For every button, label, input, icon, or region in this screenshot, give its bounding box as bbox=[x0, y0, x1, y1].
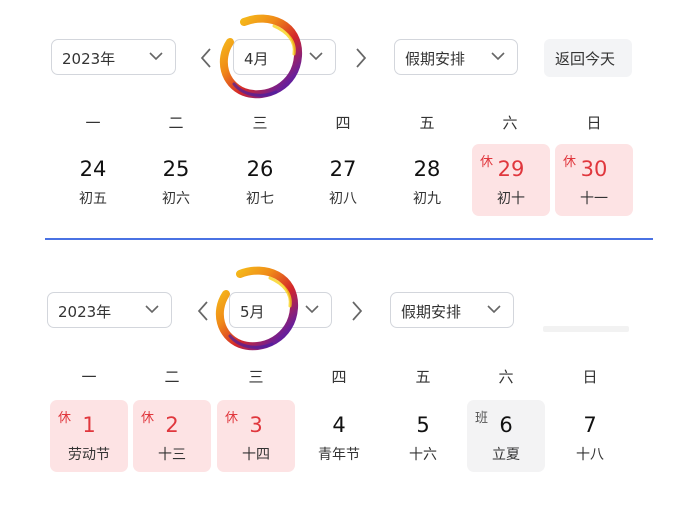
day-cell-holiday[interactable]: 休 1 劳动节 bbox=[50, 400, 128, 472]
day-number: 2 bbox=[165, 413, 179, 437]
chevron-left-icon[interactable] bbox=[196, 300, 210, 322]
year-select[interactable]: 2023年 bbox=[47, 292, 172, 328]
lunar-date: 青年节 bbox=[318, 447, 360, 463]
weekday-sun: 日 bbox=[586, 114, 602, 132]
lunar-date: 初五 bbox=[79, 191, 107, 207]
day-number: 24 bbox=[79, 157, 107, 181]
lunar-date: 初七 bbox=[246, 191, 274, 207]
lunar-date: 初九 bbox=[413, 191, 441, 207]
holiday-select-value: 假期安排 bbox=[401, 303, 462, 321]
lunar-date: 立夏 bbox=[492, 447, 520, 463]
lunar-date: 劳动节 bbox=[68, 447, 110, 463]
chevron-down-icon bbox=[149, 52, 163, 61]
brush-ring-icon bbox=[219, 14, 303, 99]
lunar-date: 初八 bbox=[329, 191, 357, 207]
day-cell-workday[interactable]: 班 6 立夏 bbox=[467, 400, 545, 472]
day-number: 3 bbox=[249, 413, 263, 437]
weekday-thu: 四 bbox=[335, 114, 351, 132]
day-cell[interactable]: 4 青年节 bbox=[300, 400, 378, 472]
weekday-sat: 六 bbox=[502, 114, 518, 132]
day-cell-holiday[interactable]: 休 2 十三 bbox=[133, 400, 211, 472]
year-select-value: 2023年 bbox=[62, 50, 116, 68]
back-to-today-button[interactable]: 返回今天 bbox=[544, 39, 632, 77]
lunar-date: 十一 bbox=[580, 191, 608, 207]
day-cell[interactable]: 24 初五 bbox=[54, 144, 132, 216]
weekday-sun: 日 bbox=[582, 368, 598, 386]
day-cell[interactable]: 26 初七 bbox=[221, 144, 299, 216]
day-cell[interactable]: 27 初八 bbox=[304, 144, 382, 216]
weekday-mon: 一 bbox=[85, 114, 101, 132]
day-number: 1 bbox=[82, 413, 96, 437]
brush-ring-icon bbox=[215, 266, 299, 351]
day-number: 28 bbox=[413, 157, 441, 181]
day-number: 25 bbox=[162, 157, 190, 181]
weekday-sat: 六 bbox=[498, 368, 514, 386]
day-number: 5 bbox=[416, 413, 430, 437]
day-cell[interactable]: 7 十八 bbox=[551, 400, 629, 472]
holiday-select-value: 假期安排 bbox=[405, 50, 466, 68]
today-button-placeholder bbox=[543, 326, 629, 332]
day-number: 4 bbox=[332, 413, 346, 437]
day-number: 7 bbox=[583, 413, 597, 437]
weekday-wed: 三 bbox=[252, 114, 268, 132]
weekday-tue: 二 bbox=[164, 368, 180, 386]
day-cell[interactable]: 5 十六 bbox=[384, 400, 462, 472]
day-cell-holiday[interactable]: 休 30 十一 bbox=[555, 144, 633, 216]
chevron-left-icon[interactable] bbox=[199, 47, 213, 69]
chevron-right-icon[interactable] bbox=[354, 47, 368, 69]
holiday-select[interactable]: 假期安排 bbox=[390, 292, 514, 328]
day-cell[interactable]: 28 初九 bbox=[388, 144, 466, 216]
lunar-date: 十三 bbox=[158, 447, 186, 463]
lunar-date: 初十 bbox=[497, 191, 525, 207]
chevron-down-icon bbox=[491, 52, 505, 61]
lunar-date: 初六 bbox=[162, 191, 190, 207]
weekday-thu: 四 bbox=[331, 368, 347, 386]
weekday-fri: 五 bbox=[419, 114, 435, 132]
section-divider bbox=[45, 238, 653, 240]
day-number: 30 bbox=[580, 157, 608, 181]
weekday-wed: 三 bbox=[248, 368, 264, 386]
chevron-down-icon bbox=[145, 305, 159, 314]
lunar-date: 十八 bbox=[576, 447, 604, 463]
chevron-down-icon bbox=[309, 52, 323, 61]
day-number: 27 bbox=[329, 157, 357, 181]
year-select-value: 2023年 bbox=[58, 303, 112, 321]
day-number: 26 bbox=[246, 157, 274, 181]
day-cell[interactable]: 25 初六 bbox=[137, 144, 215, 216]
lunar-date: 十六 bbox=[409, 447, 437, 463]
chevron-down-icon bbox=[487, 305, 501, 314]
chevron-right-icon[interactable] bbox=[350, 300, 364, 322]
weekday-mon: 一 bbox=[81, 368, 97, 386]
day-number: 6 bbox=[499, 413, 513, 437]
holiday-select[interactable]: 假期安排 bbox=[394, 39, 518, 75]
day-cell-holiday[interactable]: 休 3 十四 bbox=[217, 400, 295, 472]
weekday-tue: 二 bbox=[168, 114, 184, 132]
year-select[interactable]: 2023年 bbox=[51, 39, 176, 75]
lunar-date: 十四 bbox=[242, 447, 270, 463]
day-cell-holiday[interactable]: 休 29 初十 bbox=[472, 144, 550, 216]
back-to-today-label: 返回今天 bbox=[555, 50, 616, 68]
day-number: 29 bbox=[497, 157, 525, 181]
weekday-fri: 五 bbox=[415, 368, 431, 386]
chevron-down-icon bbox=[305, 305, 319, 314]
